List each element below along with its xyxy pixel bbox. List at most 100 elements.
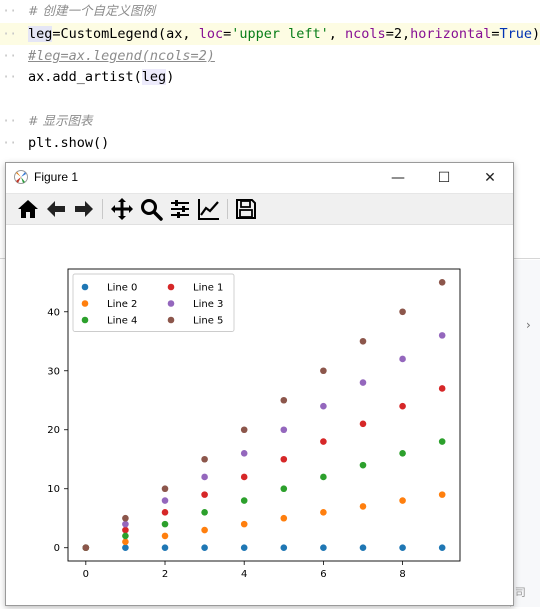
legend-label: Line 3 [193, 299, 223, 310]
scatter-point [122, 514, 129, 522]
scatter-point [399, 402, 406, 410]
y-tick-label: 30 [47, 366, 60, 377]
scatter-point [399, 308, 406, 316]
code-line: ·· # 显示图表 [2, 113, 93, 129]
code-line: ·· #leg=ax.legend(ncols=2) [2, 48, 215, 64]
comment: #leg=ax.legend(ncols=2) [28, 48, 215, 64]
scatter-point [399, 450, 406, 457]
zoom-icon[interactable] [139, 197, 163, 221]
scatter-point [122, 538, 129, 546]
legend-marker [167, 283, 175, 291]
title-bar[interactable]: Figure 1 — ☐ ✕ [6, 163, 513, 193]
legend-marker [167, 300, 175, 307]
scatter-point [201, 455, 208, 463]
scatter-point [438, 438, 446, 445]
scatter-point [438, 278, 446, 286]
y-tick-label: 20 [47, 425, 60, 436]
maximize-icon: ☐ [437, 170, 451, 186]
window-title: Figure 1 [34, 170, 79, 184]
side-panel [510, 260, 540, 607]
scatter-point [359, 379, 367, 386]
forward-icon[interactable] [72, 197, 96, 221]
scatter-chart[interactable]: 0 2 4 6 8 0 10 20 30 40 Line 0 Line 1 Line 2 Line 3 L… [6, 225, 513, 605]
code-text: plt.show() [28, 135, 110, 151]
code-text: ax.add_artist( [28, 69, 142, 85]
scatter-point [161, 544, 169, 552]
scatter-point [280, 426, 288, 434]
edit-axis-icon[interactable] [197, 197, 221, 221]
chevron-right-icon[interactable]: › [526, 318, 531, 332]
configure-subplots-icon[interactable] [168, 197, 192, 221]
code-text: =CustomLegend(ax, [52, 26, 199, 42]
code-text: =2, [385, 26, 411, 42]
scatter-point [280, 485, 288, 493]
scatter-point [359, 503, 367, 510]
code-text: ) [166, 69, 175, 85]
y-tick-label: 0 [54, 543, 60, 554]
maximize-button[interactable]: ☐ [421, 163, 467, 193]
y-tick-label: 40 [47, 307, 60, 318]
scatter-point [201, 509, 208, 516]
scatter-point [359, 420, 367, 428]
code-text: ) [532, 26, 540, 42]
scatter-point [320, 402, 327, 410]
scatter-point [359, 461, 367, 469]
home-icon[interactable] [16, 197, 40, 221]
code-text: , [328, 26, 346, 42]
scatter-point [280, 544, 288, 552]
legend-label: Line 4 [107, 316, 137, 327]
legend-label: Line 0 [107, 283, 137, 294]
scatter-point [399, 497, 406, 504]
scatter-point [280, 455, 288, 463]
close-icon: ✕ [484, 170, 496, 186]
code-line: ·· # 创建一个自定义图例 [2, 3, 155, 19]
minimize-button[interactable]: — [375, 163, 421, 193]
variable-leg: leg [141, 69, 167, 85]
scatter-point [201, 491, 208, 498]
scatter-point [201, 473, 208, 481]
back-icon[interactable] [44, 197, 68, 221]
scatter-point [320, 438, 327, 445]
scatter-point [122, 544, 129, 552]
legend-marker [81, 316, 89, 324]
scatter-point [240, 450, 248, 457]
x-tick-label: 2 [162, 569, 168, 580]
scatter-point [161, 485, 169, 493]
navigation-toolbar [6, 193, 513, 225]
pan-icon[interactable] [110, 197, 134, 221]
scatter-point [161, 532, 169, 540]
figure-window[interactable]: Figure 1 — ☐ ✕ 0 2 4 6 8 0 10 20 30 40 L… [5, 162, 514, 606]
scatter-point [280, 514, 288, 522]
variable-leg: leg [28, 26, 53, 42]
toolbar-separator [102, 199, 103, 219]
toolbar-separator [227, 199, 228, 219]
scatter-point [240, 544, 248, 552]
legend-label: Line 2 [107, 299, 137, 310]
save-icon[interactable] [234, 197, 258, 221]
scatter-point [359, 544, 367, 552]
legend-marker [81, 283, 89, 291]
minimize-icon: — [391, 170, 405, 186]
scatter-point [161, 520, 169, 528]
scatter-point [359, 337, 367, 345]
scatter-point [201, 526, 208, 534]
scatter-point [240, 520, 248, 528]
scatter-point [280, 396, 288, 404]
y-tick-label: 10 [47, 484, 60, 495]
code-line: ·· plt.show() [2, 135, 110, 151]
legend-marker [167, 316, 175, 324]
scatter-point [320, 544, 327, 552]
x-tick-label: 0 [83, 569, 89, 580]
scatter-point [399, 544, 406, 552]
keyword-arg: ncols [345, 26, 386, 42]
figure-canvas[interactable]: 0 2 4 6 8 0 10 20 30 40 Line 0 Line 1 Line 2 Line 3 L… [6, 225, 513, 605]
scatter-point [320, 367, 327, 375]
code-text: = [223, 26, 232, 42]
scatter-point [320, 473, 327, 481]
close-button[interactable]: ✕ [467, 163, 513, 193]
x-tick-label: 6 [320, 569, 326, 580]
keyword-arg: loc [198, 26, 224, 42]
matplotlib-logo-icon [14, 170, 28, 184]
legend-marker [81, 300, 89, 307]
scatter-point [161, 509, 169, 516]
